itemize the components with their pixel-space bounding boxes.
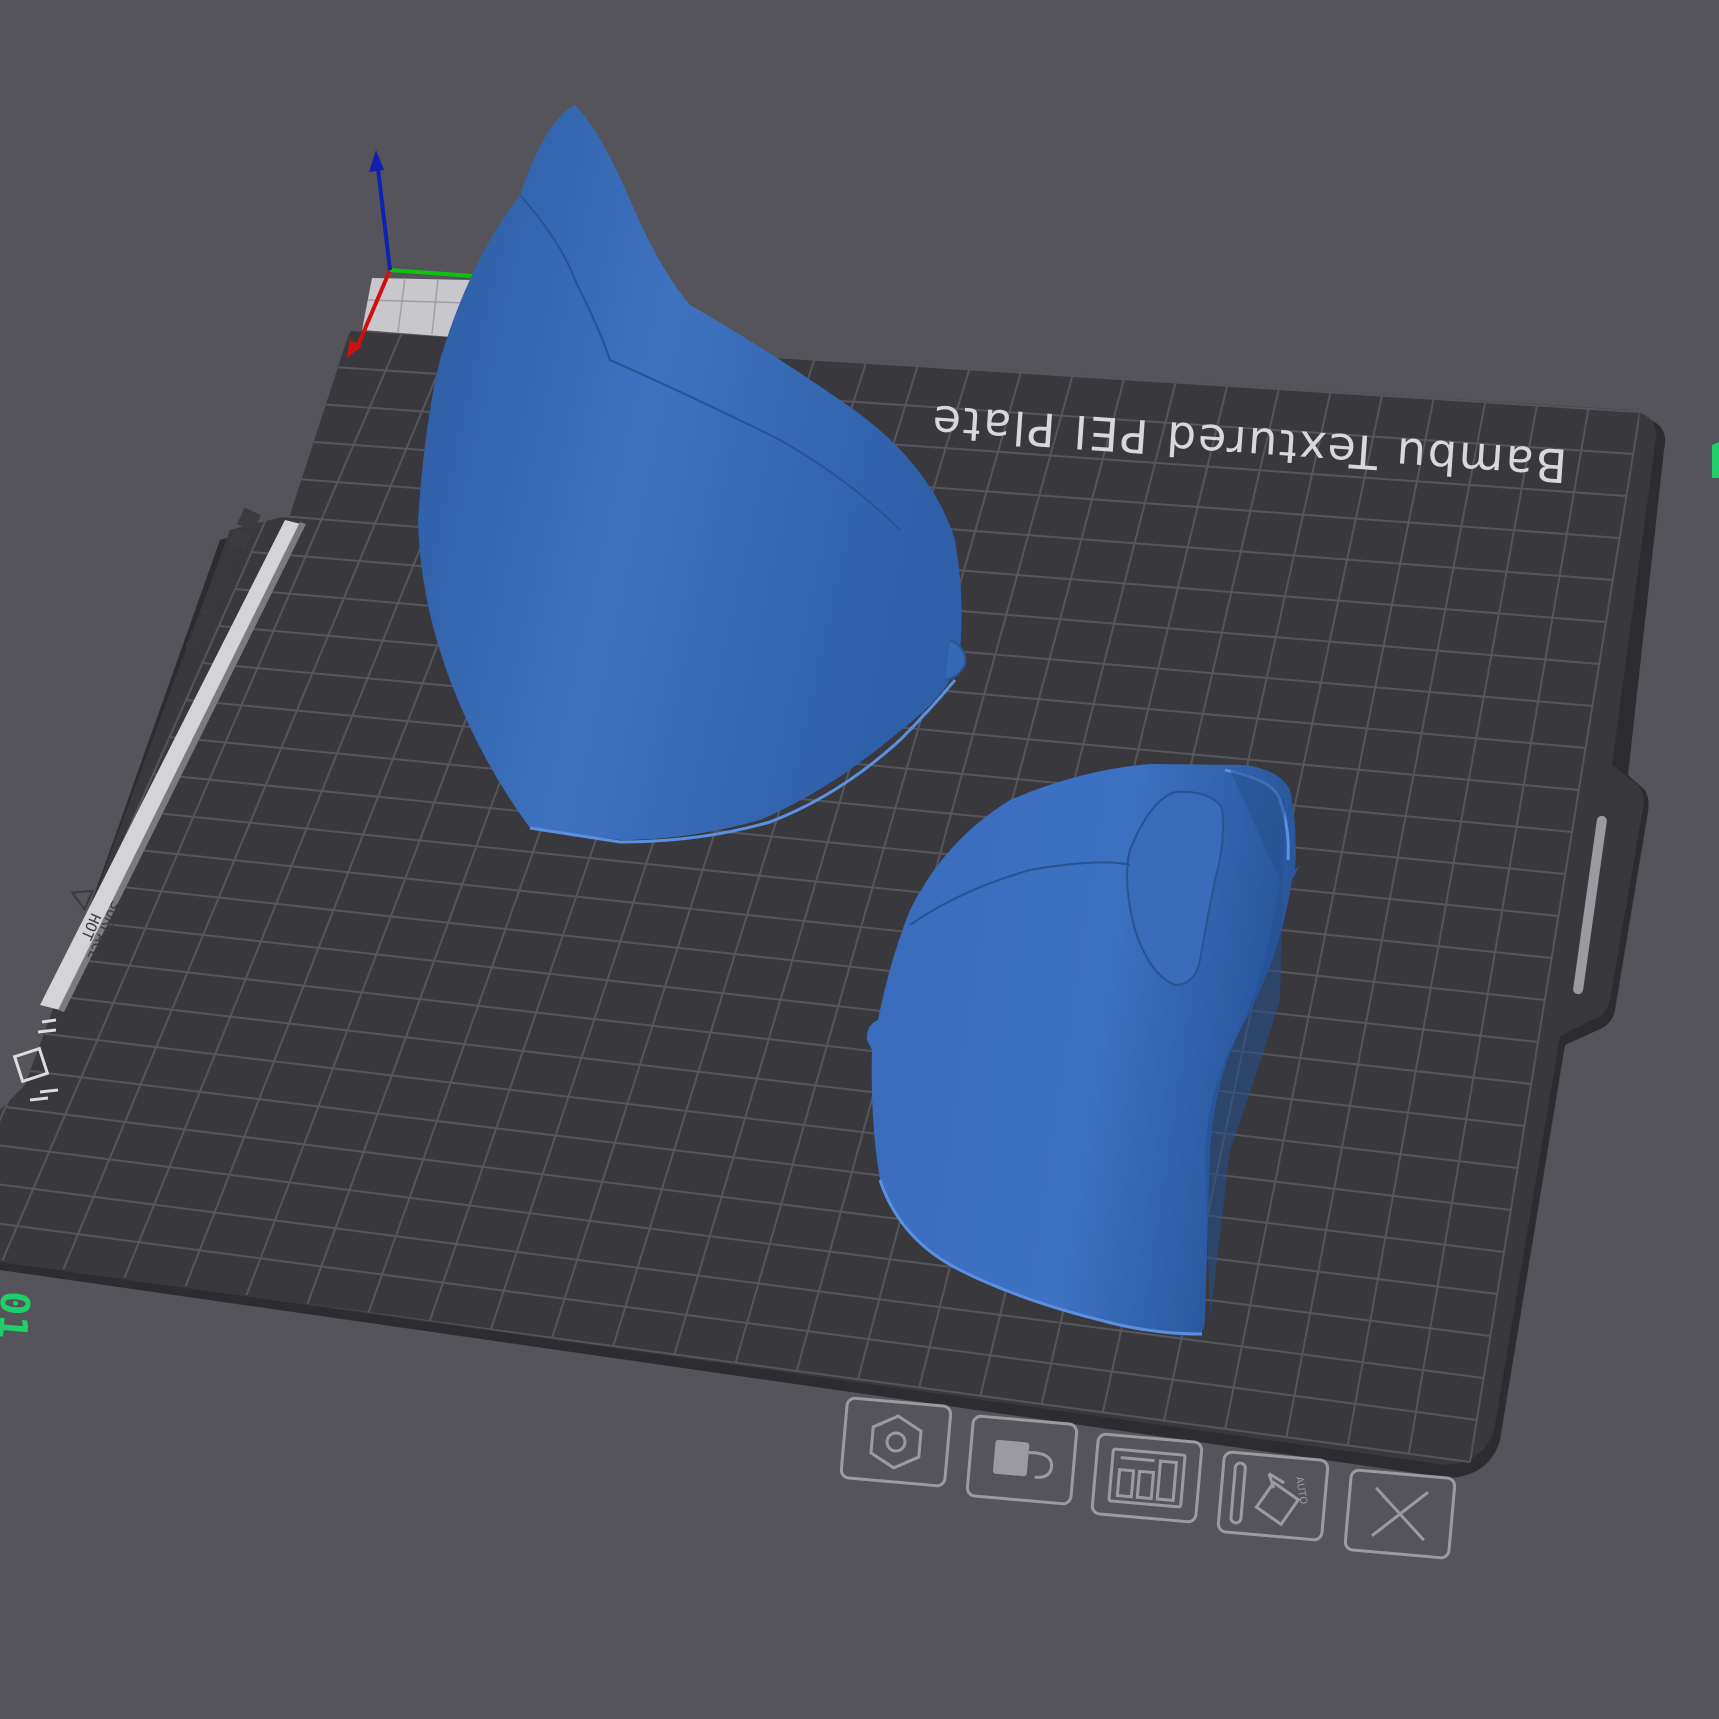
scene: Bambu Textured PEI Plate PLA/ABS/PETG HO… xyxy=(0,105,1719,1560)
auto-orient-button[interactable]: AUTO xyxy=(1216,1450,1330,1542)
plate-number-marker xyxy=(1712,442,1719,478)
lock-icon xyxy=(992,1439,1054,1479)
auto-badge: AUTO xyxy=(1293,1476,1309,1506)
filament-settings-button[interactable] xyxy=(839,1396,953,1488)
lock-plate-button[interactable] xyxy=(965,1414,1079,1506)
arrange-button[interactable] xyxy=(1090,1432,1204,1524)
z-axis-arrow xyxy=(369,150,384,172)
close-icon xyxy=(1371,1486,1429,1542)
hexagon-nut-icon xyxy=(869,1414,923,1470)
auto-orient-icon xyxy=(1229,1461,1301,1527)
z-axis xyxy=(375,159,392,271)
3d-viewport[interactable]: Bambu Textured PEI Plate PLA/ABS/PETG HO… xyxy=(0,0,1719,1719)
hot-surface-icon xyxy=(70,889,95,912)
delete-plate-button[interactable] xyxy=(1343,1468,1457,1560)
plate-number: 01 xyxy=(0,1289,38,1341)
model-part-1[interactable] xyxy=(418,105,967,844)
arrange-icon xyxy=(1107,1447,1187,1509)
